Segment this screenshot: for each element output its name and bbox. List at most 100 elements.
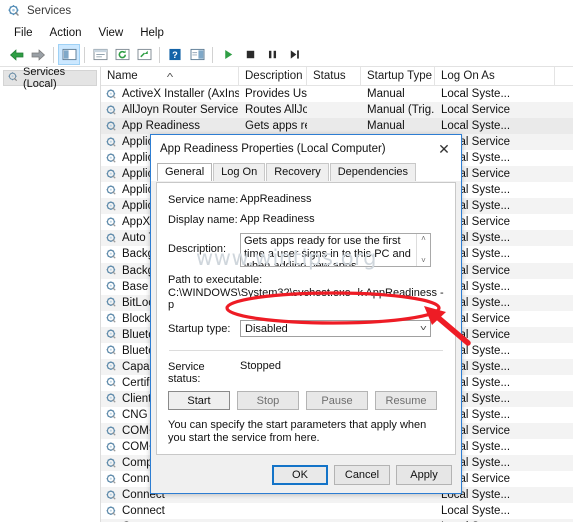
help-icon[interactable]: ? <box>164 44 186 65</box>
refresh-icon[interactable] <box>111 44 133 65</box>
cell-log-on-as: Local Syste... <box>441 505 511 518</box>
service-item-icon <box>105 425 118 438</box>
table-row[interactable]: Connect Local Syste... <box>101 503 573 519</box>
service-item-icon <box>105 505 118 518</box>
back-icon[interactable] <box>5 44 27 65</box>
dialog-titlebar: App Readiness Properties (Local Computer… <box>151 135 461 163</box>
service-item-icon <box>105 152 118 165</box>
display-name-value: App Readiness <box>240 213 315 225</box>
startup-type-value: Disabled <box>245 322 288 335</box>
column-header-description[interactable]: Description <box>239 67 307 85</box>
menu-bar: File Action View Help <box>0 22 573 43</box>
toolbar-separator-3 <box>159 46 160 63</box>
service-item-icon <box>105 328 118 341</box>
show-action-pane-icon[interactable] <box>186 44 208 65</box>
service-item-icon <box>105 248 118 261</box>
tab-recovery[interactable]: Recovery <box>266 163 329 181</box>
startup-type-dropdown[interactable]: Disabled ˅ <box>240 320 431 337</box>
cell-startup-type: Manual <box>367 88 405 101</box>
tab-log-on[interactable]: Log On <box>213 163 266 181</box>
service-status-label: Service status: <box>168 361 205 385</box>
toolbar: ? <box>0 43 573 67</box>
table-row[interactable]: AllJoyn Router Service Routes AllJo... Man… <box>101 102 573 119</box>
service-item-icon <box>105 104 118 117</box>
column-header-log-on-as[interactable]: Log On As <box>435 67 555 85</box>
toolbar-separator-1 <box>53 46 54 63</box>
ok-button[interactable]: OK <box>272 465 328 485</box>
service-item-icon <box>105 280 118 293</box>
service-name-value: AppReadiness <box>240 193 312 205</box>
service-control-buttons: Start Stop Pause Resume <box>168 391 444 410</box>
service-name-label: Service name: <box>168 194 239 206</box>
services-node-icon <box>7 71 19 86</box>
service-name-text: AllJoyn Router Service <box>122 104 239 117</box>
cell-startup-type: Manual <box>367 120 405 133</box>
path-to-executable-label: Path to executable: <box>168 274 263 286</box>
sidebar-item-label: Services (Local) <box>23 66 66 90</box>
dialog-tab-body: Service name: AppReadiness Display name:… <box>156 182 456 480</box>
service-item-icon <box>105 296 118 309</box>
column-header-status[interactable]: Status <box>307 67 361 85</box>
start-button[interactable]: Start <box>168 391 230 410</box>
services-window: Services File Action View Help ? Service… <box>0 0 573 522</box>
service-item-icon <box>105 168 118 181</box>
service-item-icon <box>105 360 118 373</box>
apply-button[interactable]: Apply <box>396 465 452 485</box>
column-header-startup-type[interactable]: Startup Type <box>361 67 435 85</box>
column-header-name[interactable]: Name ˄ <box>101 67 239 85</box>
show-hide-tree-icon[interactable] <box>58 44 80 65</box>
table-row[interactable]: App Readiness Gets apps re... Manual Local … <box>101 118 573 135</box>
stop-service-icon[interactable] <box>239 44 261 65</box>
cell-name: Connect <box>101 505 239 518</box>
description-scrollbar[interactable]: ˄ ˅ <box>416 234 430 266</box>
window-titlebar: Services <box>0 0 573 22</box>
service-item-icon <box>105 489 118 502</box>
service-name-row: Service name: AppReadiness <box>168 193 444 206</box>
startup-type-label: Startup type: <box>168 323 231 335</box>
cell-description: Gets apps re... <box>245 120 307 133</box>
service-item-icon <box>105 473 118 486</box>
pause-service-icon[interactable] <box>261 44 283 65</box>
scroll-down-icon[interactable]: ˅ <box>421 257 426 265</box>
start-parameters-help-text: You can specify the start parameters tha… <box>168 419 427 444</box>
display-name-label: Display name: <box>168 214 238 226</box>
startup-type-row: Startup type: Disabled ˅ <box>168 320 444 337</box>
service-item-icon <box>105 392 118 405</box>
service-item-icon <box>105 264 118 277</box>
service-item-icon <box>105 312 118 325</box>
export-list-icon[interactable] <box>133 44 155 65</box>
sidebar-item-services-local[interactable]: Services (Local) <box>3 66 97 90</box>
start-service-icon[interactable] <box>217 44 239 65</box>
list-header: Name ˄ Description Status Startup Type L… <box>101 67 573 86</box>
pause-button: Pause <box>306 391 368 410</box>
service-item-icon <box>105 88 118 101</box>
console-tree-pane: Services (Local) <box>0 66 101 522</box>
service-item-icon <box>105 120 118 133</box>
service-status-row: Service status: Stopped <box>168 360 444 385</box>
service-item-icon <box>105 184 118 197</box>
restart-service-icon[interactable] <box>283 44 305 65</box>
resume-button: Resume <box>375 391 437 410</box>
dialog-title: App Readiness Properties (Local Computer… <box>160 143 386 155</box>
cancel-button[interactable]: Cancel <box>334 465 390 485</box>
cell-name: App Readiness <box>101 120 239 133</box>
menu-item-view[interactable]: View <box>91 25 133 41</box>
scroll-up-icon[interactable]: ˄ <box>421 235 426 243</box>
window-title: Services <box>27 5 72 17</box>
menu-item-action[interactable]: Action <box>42 25 91 41</box>
properties-icon[interactable] <box>89 44 111 65</box>
menu-item-help[interactable]: Help <box>132 25 173 41</box>
service-item-icon <box>105 136 118 149</box>
dialog-footer: OK Cancel Apply <box>151 457 461 493</box>
path-to-executable-value: C:\WINDOWS\System32\svchost.exe -k AppRe… <box>168 287 444 311</box>
close-icon[interactable]: ✕ <box>429 137 459 161</box>
service-name-text: Connect <box>122 505 165 518</box>
forward-icon[interactable] <box>27 44 49 65</box>
cell-name: ActiveX Installer (AxInstSV) <box>101 88 239 101</box>
dialog-tabstrip: General Log On Recovery Dependencies <box>151 163 461 181</box>
toolbar-separator-4 <box>212 46 213 63</box>
tab-dependencies[interactable]: Dependencies <box>329 163 417 181</box>
tab-general[interactable]: General <box>157 163 213 181</box>
table-row[interactable]: ActiveX Installer (AxInstSV) Provides Us.… <box>101 86 573 102</box>
menu-item-file[interactable]: File <box>6 25 42 41</box>
